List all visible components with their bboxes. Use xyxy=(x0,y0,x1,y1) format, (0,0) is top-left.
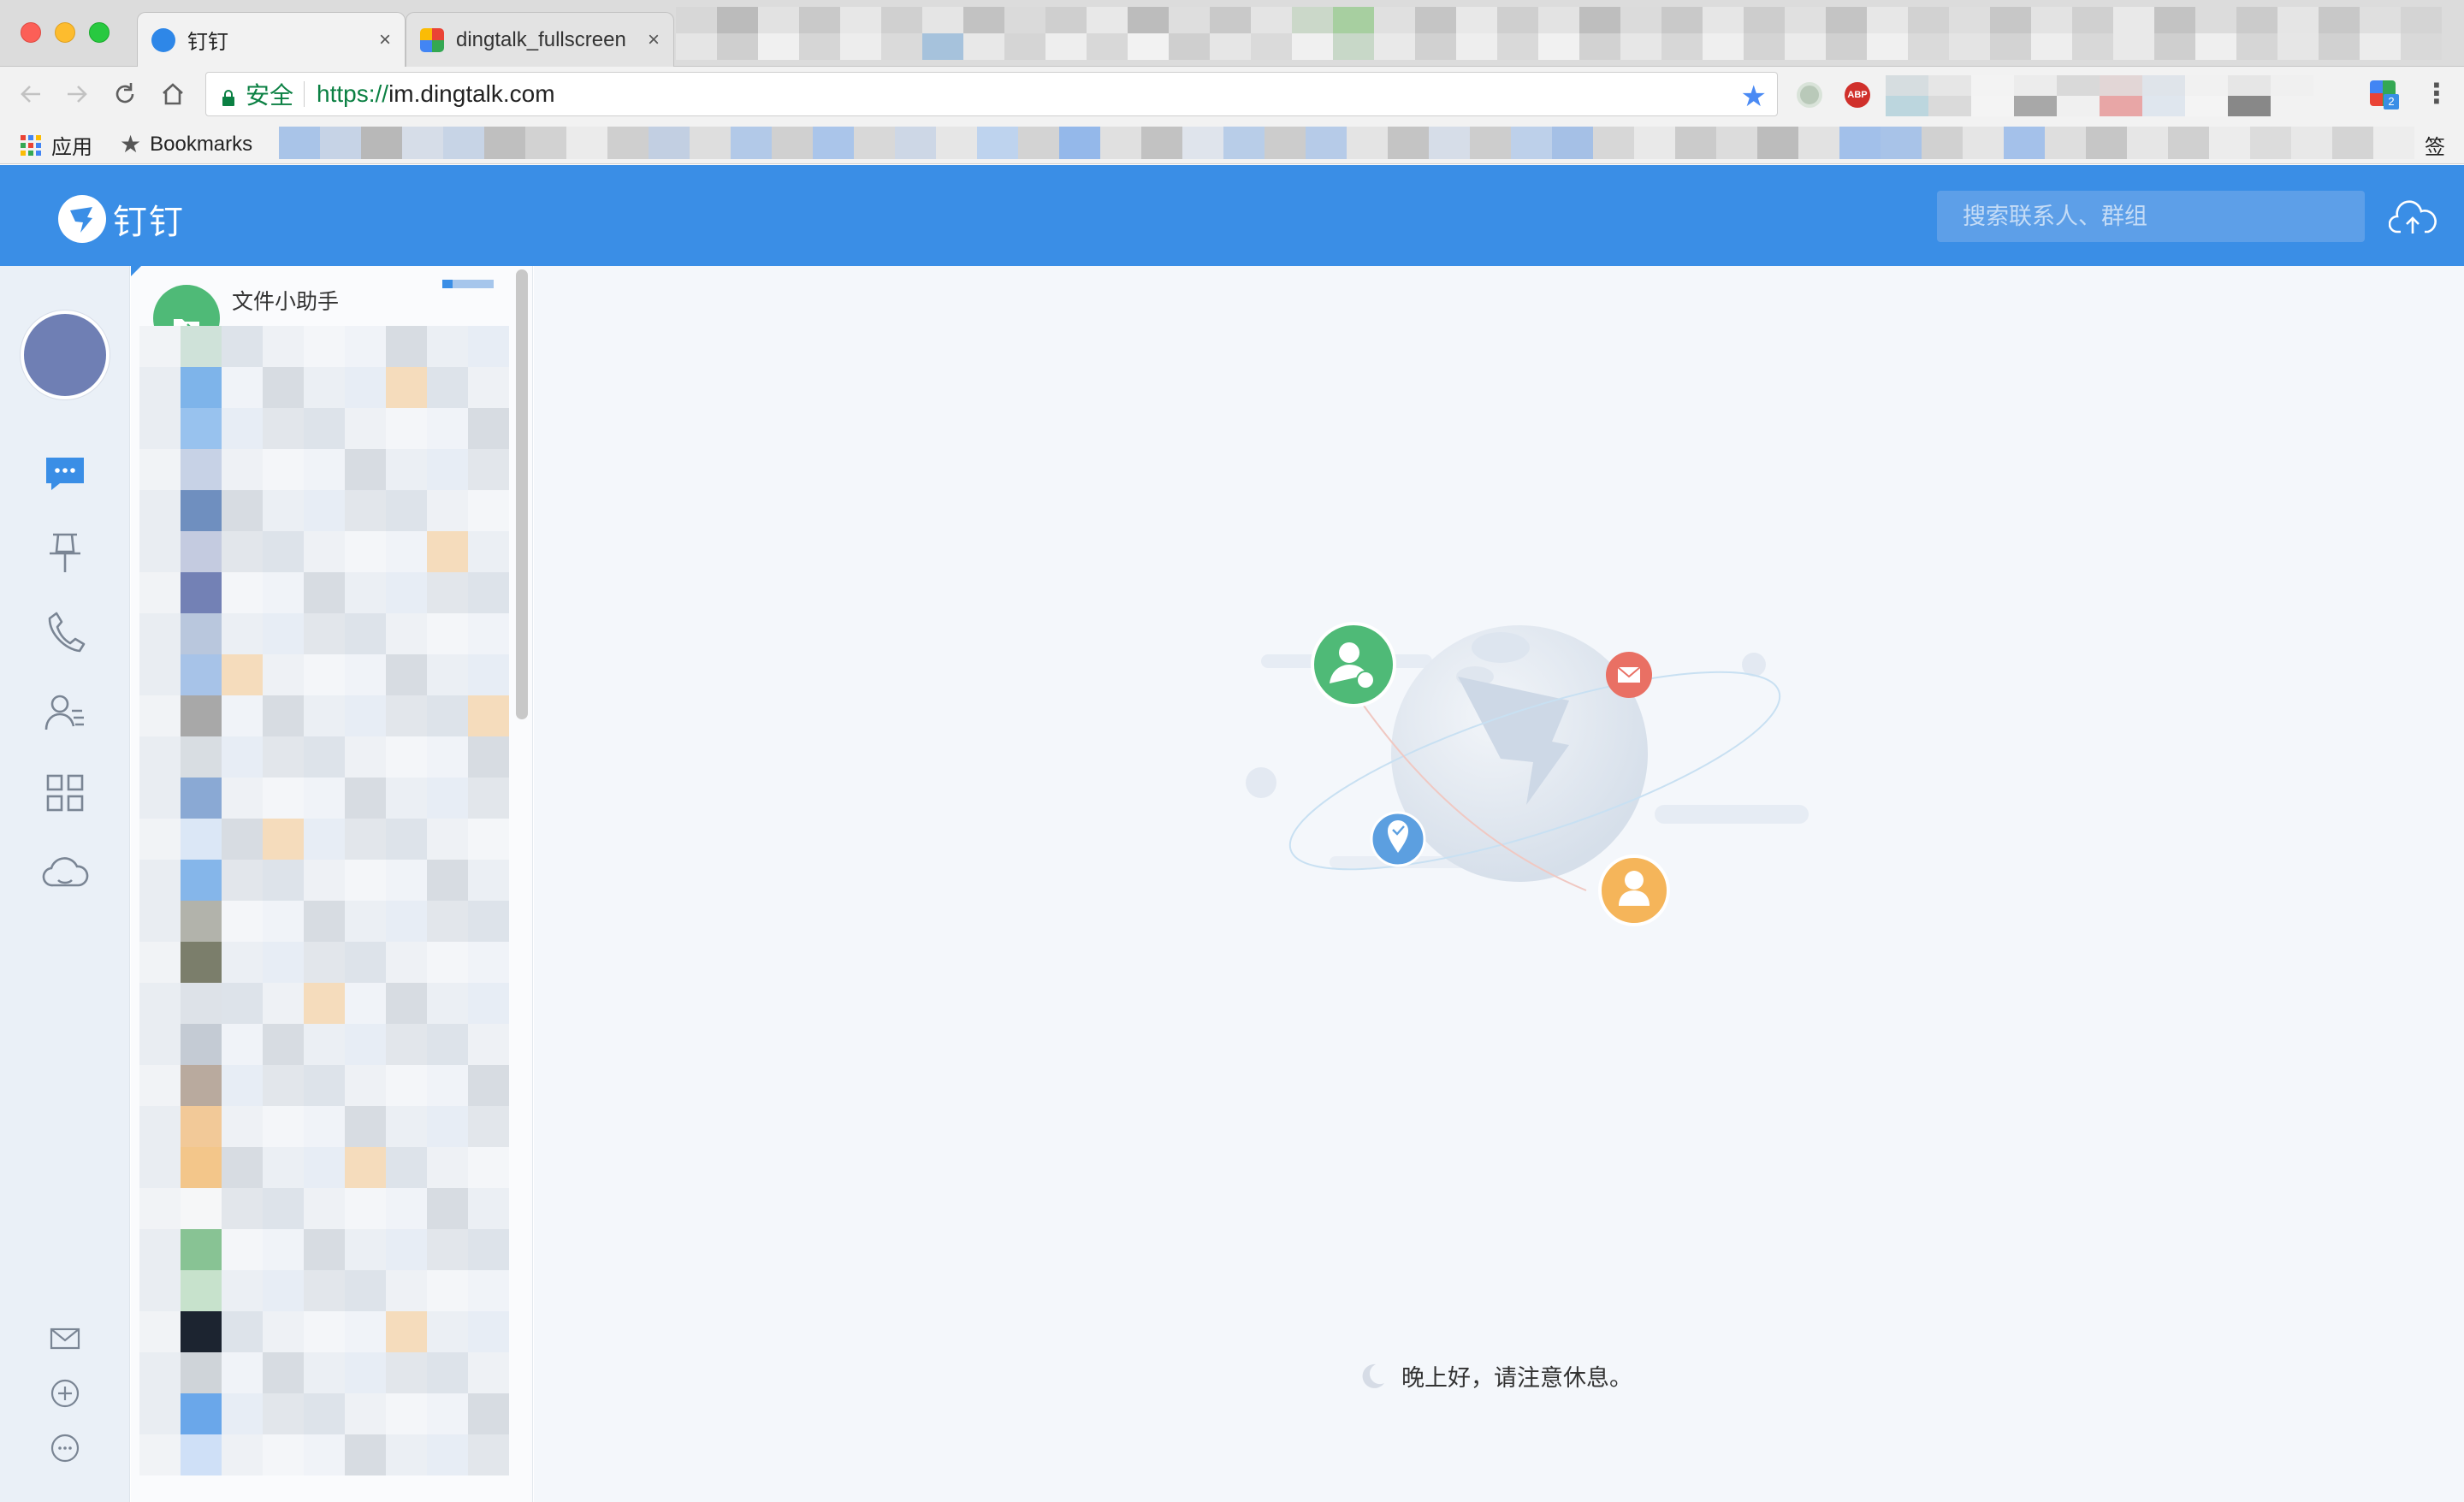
apps-label: 应用 xyxy=(51,136,92,159)
redacted-extensions xyxy=(1886,75,2313,116)
cloud-icon[interactable] xyxy=(41,849,89,897)
dingtalk-logo-icon xyxy=(58,195,106,243)
app-header: 钉钉 xyxy=(0,165,2464,266)
tab-close-icon[interactable]: × xyxy=(648,28,660,52)
redacted-bookmarks xyxy=(279,127,2418,159)
apps-grid-icon xyxy=(21,134,41,156)
overflow-bookmarks[interactable]: 签 xyxy=(2425,130,2445,160)
redacted-conversation-list xyxy=(139,326,516,1502)
adblock-plus-icon[interactable]: ABP xyxy=(1845,82,1870,108)
search-input[interactable] xyxy=(1937,191,2365,242)
window-zoom-button[interactable] xyxy=(89,22,110,43)
window-close-button[interactable] xyxy=(21,22,41,43)
window-minimize-button[interactable] xyxy=(55,22,75,43)
more-circle-icon[interactable] xyxy=(48,1431,82,1465)
greeting: 晚上好，请注意休息。 xyxy=(1357,1359,1632,1393)
chat-empty-panel: 晚上好，请注意休息。 xyxy=(534,266,2464,1502)
url-scheme: https:// xyxy=(317,80,389,107)
mail-icon[interactable] xyxy=(48,1322,82,1356)
bookmarks-folder[interactable]: ★ Bookmarks xyxy=(120,130,252,158)
cloud-upload-icon[interactable] xyxy=(2389,199,2437,237)
tab-dingtalk-fullscreen[interactable]: dingtalk_fullscreen × xyxy=(406,12,674,67)
forward-arrow-icon[interactable] xyxy=(60,77,94,111)
green-circle-extension-icon[interactable] xyxy=(1797,82,1822,108)
dingtalk-favicon-icon xyxy=(151,27,175,52)
address-bar[interactable]: 安全 https:// im.dingtalk.com ★ xyxy=(205,72,1778,116)
bookmarks-bar: 应用 ★ Bookmarks 签 xyxy=(0,121,2464,164)
redacted-tabs xyxy=(676,7,2464,60)
phone-icon[interactable] xyxy=(41,608,89,656)
star-icon: ★ xyxy=(120,131,142,157)
moon-icon xyxy=(1362,1363,1384,1388)
bookmark-star-icon[interactable]: ★ xyxy=(1741,80,1767,114)
bookmarks-label: Bookmarks xyxy=(150,132,253,156)
left-nav-rail xyxy=(0,266,130,1502)
brand-name: 钉钉 xyxy=(113,204,185,241)
globe-illustration xyxy=(1246,622,1809,926)
browser-toolbar: 安全 https:// im.dingtalk.com ★ ABP 2 ⋮ xyxy=(0,67,2464,121)
home-icon[interactable] xyxy=(156,77,190,111)
tab-dingtalk[interactable]: 钉钉 × xyxy=(137,12,406,67)
secure-label: 安全 xyxy=(246,82,294,109)
add-circle-icon[interactable] xyxy=(48,1376,82,1410)
tab-close-icon[interactable]: × xyxy=(379,28,391,52)
list-item-file-assistant[interactable]: 文件小助手 xyxy=(131,266,516,352)
back-arrow-icon[interactable] xyxy=(14,77,48,111)
conversation-name: 文件小助手 xyxy=(232,290,340,314)
avatar[interactable] xyxy=(21,310,110,399)
menu-icon[interactable]: ⋮ xyxy=(2423,77,2450,109)
url-host: im.dingtalk.com xyxy=(388,80,555,107)
chat-icon[interactable] xyxy=(41,449,89,497)
grid-favicon-icon xyxy=(420,27,444,52)
tab-title: 钉钉 xyxy=(187,31,228,54)
contacts-icon[interactable] xyxy=(41,689,89,736)
pin-icon[interactable] xyxy=(41,528,89,576)
overflow-label: 签 xyxy=(2425,136,2445,159)
greeting-text: 晚上好，请注意休息。 xyxy=(1401,1365,1632,1391)
conversation-list: 文件小助手 xyxy=(131,266,533,1502)
apps-grid-icon[interactable] xyxy=(41,769,89,817)
brand: 钉钉 xyxy=(58,194,185,244)
lock-icon xyxy=(222,86,235,106)
divider xyxy=(304,81,305,107)
scrollbar[interactable] xyxy=(516,269,528,719)
reload-icon[interactable] xyxy=(108,77,142,111)
redacted-list-badge xyxy=(442,280,494,288)
browser-tab-strip: 钉钉 × dingtalk_fullscreen × xyxy=(0,0,2464,67)
tab-title: dingtalk_fullscreen xyxy=(456,27,626,51)
apps-bookmark[interactable]: 应用 xyxy=(21,130,92,160)
sync-badge: 2 xyxy=(2384,94,2399,109)
